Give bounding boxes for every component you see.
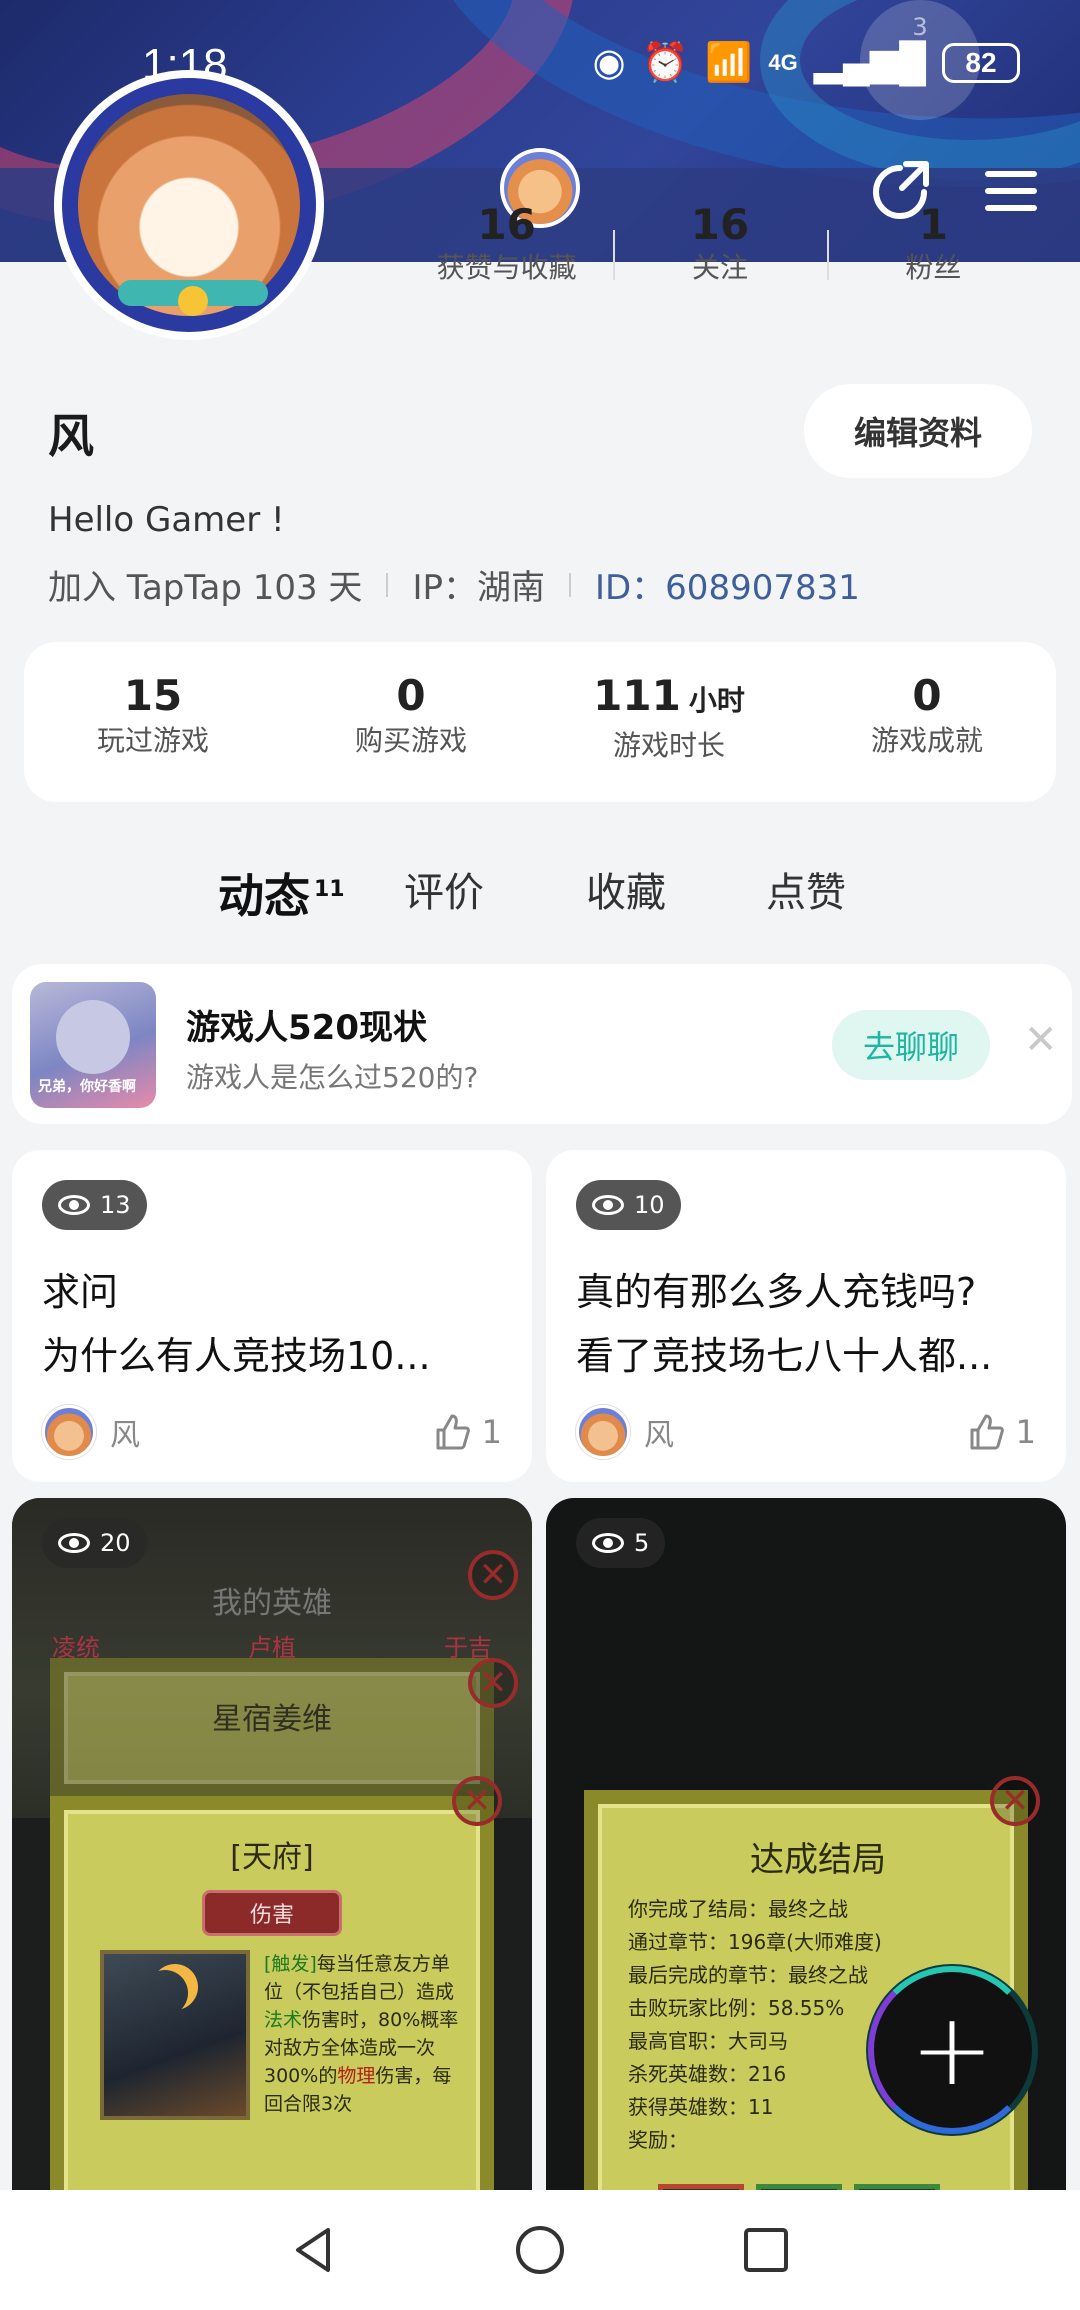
post-title: 真的有那么多人充钱吗? 看了竞技场七八十人都... [576,1270,993,1378]
likes-count[interactable]: 16 获赞与收藏 [400,200,613,300]
user-id[interactable]: ID：608907831 [595,560,860,609]
system-nav-bar [0,2190,1080,2310]
profile-name: 风 [48,409,94,463]
eye-icon: ◉ [592,42,626,84]
home-circle-icon[interactable] [512,2222,568,2278]
stat-played[interactable]: 15 玩过游戏 [24,642,282,802]
like-button[interactable]: 1 [966,1412,1036,1452]
post-card[interactable]: 10 真的有那么多人充钱吗? 看了竞技场七八十人都... 风 1 [546,1150,1066,1482]
ip-location: IP：湖南 [412,568,545,608]
eye-icon [58,1195,90,1215]
tab-feed[interactable]: 动态 11 [218,860,345,928]
eye-icon [58,1533,90,1553]
network-label: 4G [768,49,798,75]
stat-purchased[interactable]: 0 购买游戏 [282,642,540,802]
close-icon[interactable]: ✕ [1024,1020,1058,1060]
close-icon: ✕ [452,1776,502,1826]
post-footer: 风 1 [576,1404,1036,1460]
eye-icon [592,1533,624,1553]
wifi-icon: 📶 [705,41,753,84]
tab-likes[interactable]: 点赞 [766,860,846,918]
tab-reviews[interactable]: 评价 [404,860,484,918]
image-post-card[interactable]: 我的英雄 凌统 卢植 于吉 星宿姜维 [天府] 伤害 [触发]每当任意友方单位（… [12,1498,532,2218]
screenshot-skill-card: [天府] 伤害 [触发]每当任意友方单位（不包括自己）造成法术伤害时，80%概率… [50,1796,494,2218]
profile-meta: 加入 TapTap 103 天 IP：湖南 ID：608907831 [48,560,860,609]
watermark-badge: 3 [860,0,980,120]
profile-avatar[interactable] [54,70,324,340]
screenshot-card-back: 星宿姜维 [50,1658,494,1798]
joined-days: 加入 TapTap 103 天 [48,568,363,608]
go-chat-button[interactable]: 去聊聊 [832,1010,990,1080]
follow-counts: 16 获赞与收藏 16 关注 1 粉丝 [400,200,1040,300]
thumbs-up-icon [436,1414,470,1450]
stat-achievements[interactable]: 0 游戏成就 [798,642,1056,802]
post-card[interactable]: 13 求问 为什么有人竞技场10... 风 1 [12,1150,532,1482]
content-tabs: 动态 11 评价 收藏 点赞 [0,850,1080,940]
following-count[interactable]: 16 关注 [613,200,826,300]
author-name[interactable]: 风 [110,1410,432,1454]
close-icon: ✕ [468,1550,518,1600]
create-post-button[interactable]: + [868,1966,1036,2134]
view-count-badge: 10 [576,1180,681,1230]
close-icon: ✕ [990,1776,1040,1826]
tab-feed-badge: 11 [314,876,345,902]
close-icon: ✕ [468,1658,518,1708]
promo-banner[interactable]: 兄弟，你好香啊 游戏人520现状 游戏人是怎么过520的? 去聊聊 ✕ [12,964,1072,1124]
alarm-icon: ⏰ [641,41,690,84]
edit-profile-button[interactable]: 编辑资料 [804,384,1032,478]
recents-square-icon[interactable] [738,2222,794,2278]
banner-thumbnail: 兄弟，你好香啊 [30,982,156,1108]
stat-playtime[interactable]: 111 小时 游戏时长 [540,642,798,802]
author-avatar[interactable] [576,1405,630,1459]
like-button[interactable]: 1 [432,1412,502,1452]
eye-icon [592,1195,624,1215]
game-stats-card: 15 玩过游戏 0 购买游戏 111 小时 游戏时长 0 游戏成就 [24,642,1056,802]
followers-count[interactable]: 1 粉丝 [826,200,1040,300]
view-count-badge: 20 [42,1518,147,1568]
back-triangle-icon[interactable] [286,2222,342,2278]
skill-description: [触发]每当任意友方单位（不包括自己）造成法术伤害时，80%概率对敌方全体造成一… [264,1953,459,2115]
post-footer: 风 1 [42,1404,502,1460]
author-name[interactable]: 风 [644,1410,966,1454]
banner-title: 游戏人520现状 [186,1008,427,1048]
author-avatar[interactable] [42,1405,96,1459]
post-title: 求问 为什么有人竞技场10... [42,1270,431,1378]
thumbs-up-icon [970,1414,1004,1450]
view-count-badge: 5 [576,1518,666,1568]
screenshot-heading: 我的英雄 [212,1586,332,1621]
profile-bio: Hello Gamer ! [48,500,285,540]
view-count-badge: 13 [42,1180,147,1230]
profile-page: 1:18 ◉ ⏰ 📶 4G ▂▄▆█ 82 3 16 获赞与收藏 16 关注 1… [0,0,1080,2310]
skill-artwork [100,1950,250,2120]
tab-favorites[interactable]: 收藏 [586,860,666,918]
banner-subtitle: 游戏人是怎么过520的? [186,1061,479,1094]
